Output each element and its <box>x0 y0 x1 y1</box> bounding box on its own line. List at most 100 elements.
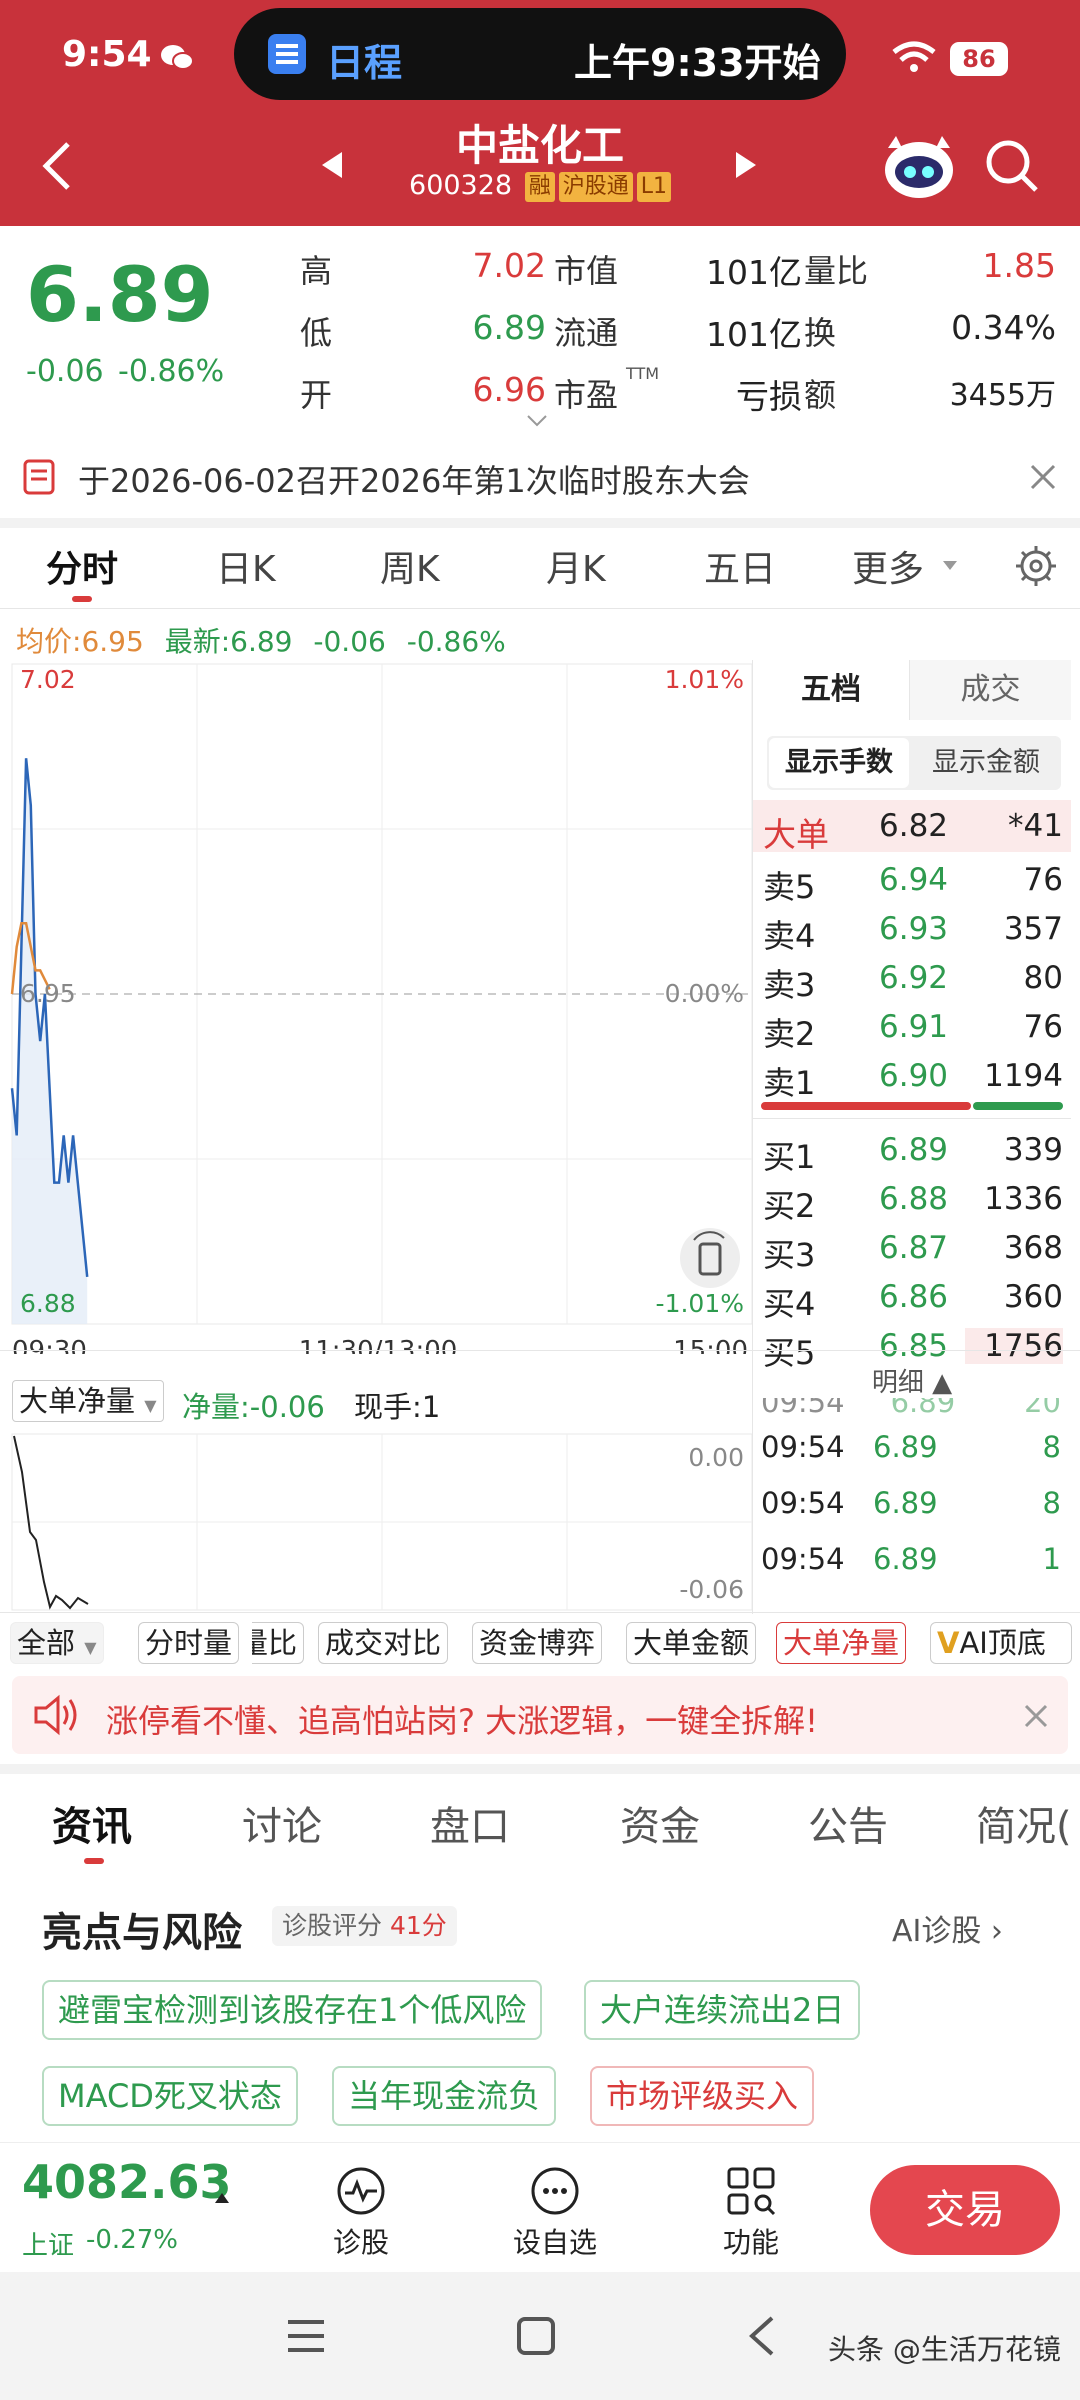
sell-row[interactable]: 卖2 6.91 76 <box>753 1003 1071 1053</box>
chip-fund-game[interactable]: 资金博弈 <box>472 1622 603 1664</box>
sell-volume: 357 <box>1003 911 1063 947</box>
promo-banner[interactable]: 涨停看不懂、追高怕站岗? 大涨逻辑，一键全拆解! <box>12 1676 1068 1754</box>
tab-weekly-k[interactable]: 周K <box>380 540 440 592</box>
detail-row: 09:54 6.89 1 <box>761 1542 1061 1590</box>
toggle-show-lots[interactable]: 显示手数 <box>769 738 909 788</box>
diagnose-label: 诊股 <box>332 2226 389 2259</box>
robot-assistant-icon[interactable] <box>878 130 960 200</box>
next-stock-icon[interactable] <box>734 150 758 180</box>
pill-outflow[interactable]: 大户连续流出2日 <box>584 1980 861 2040</box>
value-open: 6.96 <box>472 370 546 409</box>
buy-row[interactable]: 买3 6.87 368 <box>753 1224 1071 1274</box>
buy-row[interactable]: 买2 6.88 1336 <box>753 1175 1071 1225</box>
back-nav-icon[interactable] <box>746 2314 776 2358</box>
big-order-label: 大单 <box>763 815 829 854</box>
detail-volume: 8 <box>1042 1430 1061 1464</box>
sell-volume: 76 <box>1023 862 1063 898</box>
tab-five-day[interactable]: 五日 <box>704 540 776 592</box>
tab-intraday[interactable]: 分时 <box>46 540 118 592</box>
tab-news[interactable]: 资讯 <box>52 1794 132 1852</box>
tab-discussion[interactable]: 讨论 <box>242 1794 322 1852</box>
home-icon[interactable] <box>516 2316 556 2356</box>
indicator-select[interactable]: 大单净量 ▼ <box>12 1380 164 1422</box>
buy-label: 买1 <box>763 1138 816 1176</box>
pill-low-risk[interactable]: 避雷宝检测到该股存在1个低风险 <box>42 1980 543 2040</box>
sub-chart-info: 净量:-0.06 现手:1 <box>182 1384 440 1426</box>
functions-button[interactable]: 功能 <box>706 2165 796 2261</box>
net-volume-chart: 0.00 -0.06 <box>11 1433 752 1611</box>
chip-big-order-amount[interactable]: 大单金额 <box>626 1622 757 1664</box>
rotate-screen-button[interactable] <box>680 1228 740 1288</box>
detail-title[interactable]: 明细 ▲ <box>753 1362 1070 1399</box>
system-nav-bar: 头条 @生活万花镜 <box>0 2272 1080 2400</box>
x-label-open: 09:30 <box>12 1336 87 1354</box>
chip-big-order-net[interactable]: 大单净量 <box>776 1622 907 1664</box>
value-turnover: 0.34% <box>951 308 1056 347</box>
diagnose-button[interactable]: 诊股 <box>316 2165 406 2261</box>
sell-row[interactable]: 卖1 6.90 1194 <box>753 1052 1071 1102</box>
label-volume-ratio: 量比 <box>804 252 869 290</box>
sell-strength-bar <box>761 1102 971 1110</box>
tab-trades[interactable]: 成交 <box>909 660 1071 720</box>
sell-row[interactable]: 卖5 6.94 76 <box>753 856 1071 906</box>
index-value[interactable]: 4082.63 <box>22 2155 232 2209</box>
intraday-chart[interactable]: 7.02 6.95 6.88 1.01% 0.00% -1.01% 09:30 … <box>0 660 752 1354</box>
chip-all[interactable]: 全部 ▼ <box>10 1622 104 1664</box>
divider <box>0 518 1080 528</box>
label-turnover: 换 <box>804 314 837 352</box>
tab-more[interactable]: 更多 <box>852 540 924 592</box>
tab-five-level[interactable]: 五档 <box>753 660 909 720</box>
sell-row[interactable]: 卖4 6.93 357 <box>753 905 1071 955</box>
chip-volume-ratio[interactable]: 量比 <box>252 1622 304 1664</box>
index-name: 上证 <box>22 2231 75 2261</box>
label-float: 流通 <box>554 314 619 352</box>
buy-row[interactable]: 买4 6.86 360 <box>753 1273 1071 1323</box>
expand-chevron-icon[interactable] <box>526 414 548 428</box>
detail-volume: 8 <box>1042 1486 1061 1520</box>
display-toggle: 显示手数 显示金额 <box>767 736 1061 790</box>
close-icon[interactable] <box>1030 464 1056 490</box>
chip-trade-compare[interactable]: 成交对比 <box>318 1622 449 1664</box>
pill-cashflow[interactable]: 当年现金流负 <box>332 2066 557 2126</box>
sell-label: 卖3 <box>763 966 816 1004</box>
pill-rating[interactable]: 市场评级买入 <box>590 2066 815 2126</box>
hand-value: 1 <box>421 1390 441 1424</box>
tab-order-panel[interactable]: 盘口 <box>430 1794 510 1852</box>
dynamic-island[interactable]: 日程 上午9:33开始 <box>234 8 846 100</box>
notice-bar[interactable]: 于2026-06-02召开2026年第1次临时股东大会 <box>0 436 1080 518</box>
sell-price: 6.93 <box>879 911 949 947</box>
pill-macd[interactable]: MACD死叉状态 <box>42 2066 298 2126</box>
sell-row[interactable]: 卖3 6.92 80 <box>753 954 1071 1004</box>
score-value: 41分 <box>389 1911 447 1940</box>
trade-button[interactable]: 交易 <box>870 2165 1060 2255</box>
wechat-icon <box>161 45 194 70</box>
tab-indicator <box>72 596 92 602</box>
settings-icon[interactable] <box>1014 544 1058 588</box>
buy-price: 6.88 <box>879 1181 949 1217</box>
up-arrow-icon <box>215 2193 229 2203</box>
chip-ai-top-bottom[interactable]: VAI顶底 <box>930 1622 1072 1664</box>
battery-indicator: 86 <box>950 42 1008 76</box>
detail-time: 09:54 <box>761 1430 845 1464</box>
tab-announcement[interactable]: 公告 <box>808 1794 888 1852</box>
functions-label: 功能 <box>722 2226 779 2259</box>
tab-profile[interactable]: 简况( <box>976 1794 1080 1852</box>
add-watchlist-button[interactable]: 设自选 <box>502 2165 608 2261</box>
tab-funds[interactable]: 资金 <box>620 1794 700 1852</box>
close-icon[interactable] <box>1024 1704 1048 1728</box>
tab-monthly-k[interactable]: 月K <box>546 540 606 592</box>
buy-price: 6.87 <box>879 1230 949 1266</box>
net-value: -0.06 <box>249 1390 325 1424</box>
buy-row[interactable]: 买1 6.89 339 <box>753 1126 1071 1176</box>
toggle-show-amount[interactable]: 显示金额 <box>913 738 1059 788</box>
avg-label: 均价: <box>16 625 82 658</box>
ai-diagnosis-link[interactable]: AI诊股 › <box>892 1906 1003 1950</box>
tab-daily-k[interactable]: 日K <box>216 540 276 592</box>
pct-bottom-label: -1.01% <box>656 1289 744 1318</box>
value-low: 6.89 <box>472 308 546 347</box>
chip-intraday-volume[interactable]: 分时量 <box>138 1622 240 1664</box>
watermark-text: 头条 @生活万花镜 <box>828 2333 1061 2366</box>
search-icon[interactable] <box>984 138 1040 194</box>
menu-icon[interactable] <box>286 2318 326 2354</box>
price-change: -0.06 <box>26 354 104 389</box>
